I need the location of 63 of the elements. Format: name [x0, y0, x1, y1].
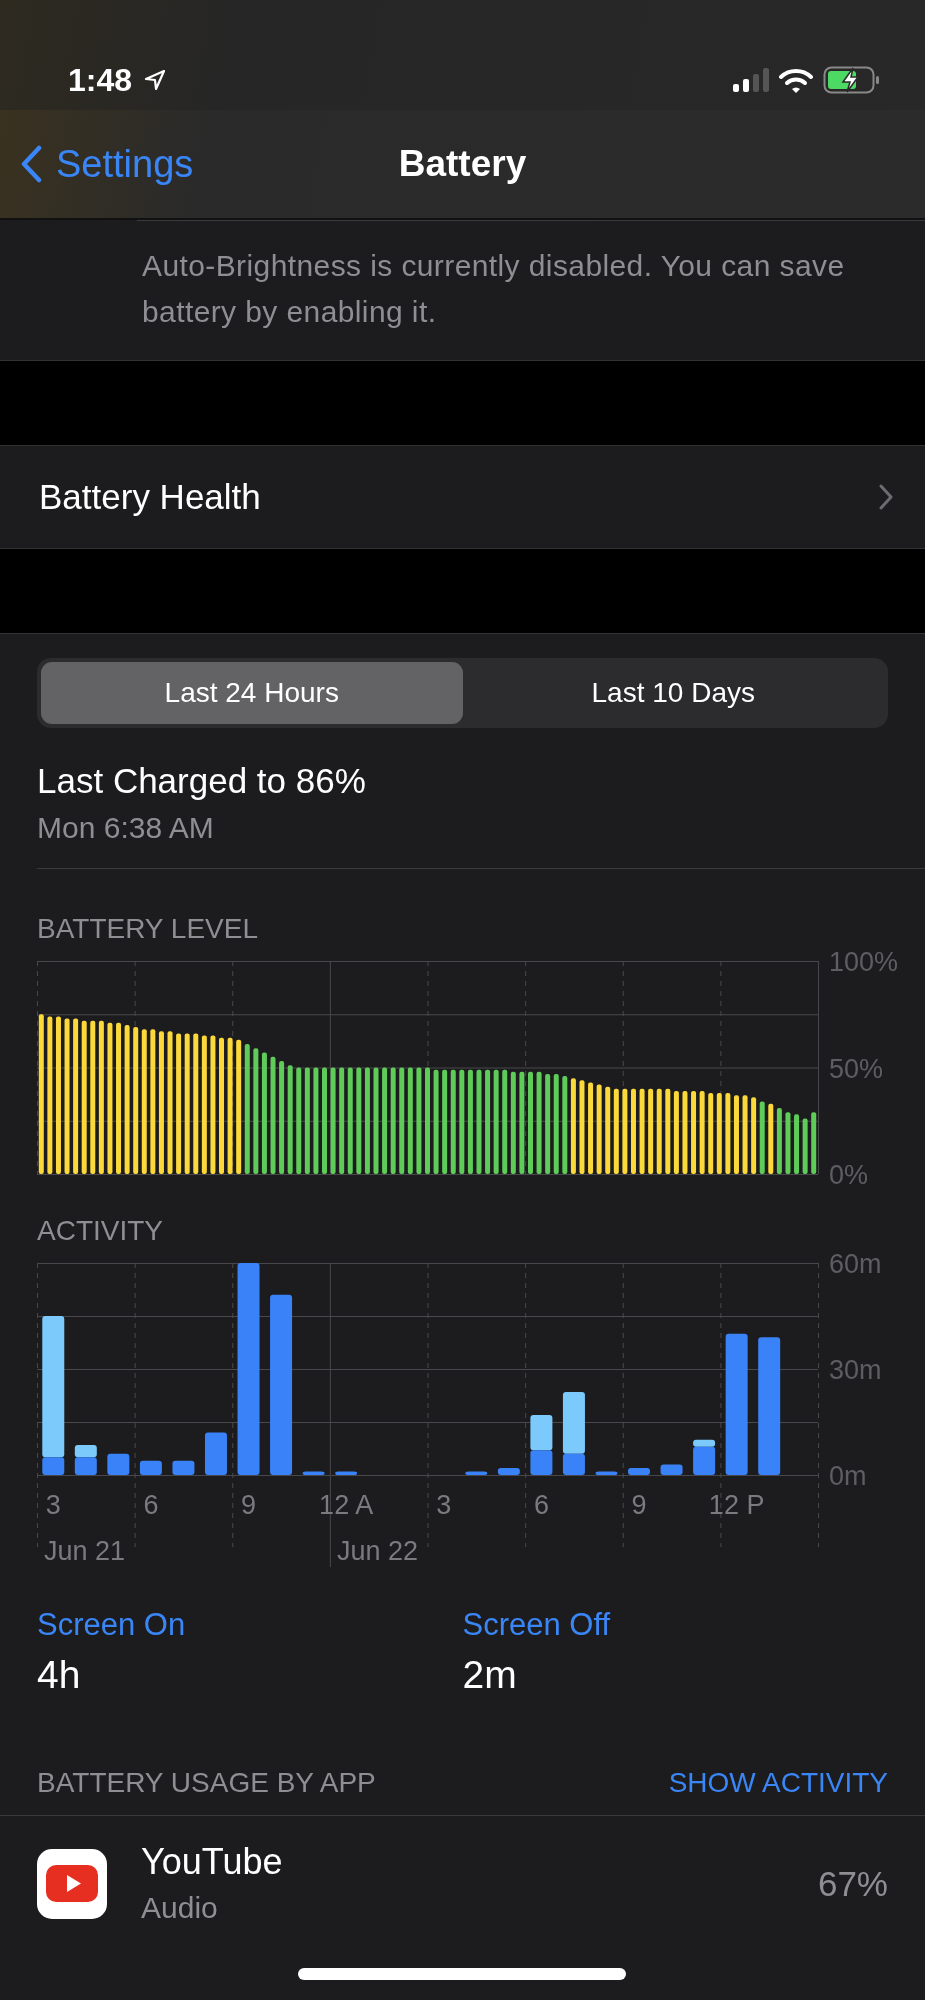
axis-label: 100% [829, 949, 899, 977]
chevron-right-icon [879, 484, 893, 510]
chart-title: BATTERY LEVEL [37, 913, 259, 945]
last-charged-time: Mon 6:38 AM [37, 810, 215, 846]
axis-label: 12 A [319, 1490, 374, 1520]
battery-charging-icon [823, 66, 881, 94]
screen-time-label: Screen On [37, 1606, 187, 1644]
axis-label: 3 [45, 1490, 61, 1520]
chart-title: ACTIVITY [37, 1215, 164, 1247]
activity-bar [74, 1457, 97, 1475]
activity-bar [465, 1471, 488, 1475]
activity-bar [107, 1453, 130, 1475]
section-header: BATTERY USAGE BY APP [37, 1767, 376, 1799]
location-arrow-icon [144, 69, 167, 91]
axis-label: 9 [631, 1490, 647, 1520]
brightness-note: Auto-Brightness is currently disabled. You can save battery by enabling it. [142, 248, 846, 330]
app-name: YouTube [141, 1840, 284, 1884]
battery-bar [785, 1112, 791, 1174]
battery-bar [802, 1118, 808, 1174]
battery-bar [768, 1103, 774, 1174]
app-icon [37, 1849, 107, 1919]
axis-label: 6 [533, 1490, 549, 1520]
axis-label: 12 P [708, 1490, 765, 1520]
axis-label: 30m [829, 1355, 882, 1385]
app-row[interactable]: YouTube Audio 67% [37, 1816, 888, 1952]
range-tab[interactable]: Last 10 Days [462, 662, 884, 724]
wifi-icon [779, 67, 813, 93]
battery-bar [794, 1114, 800, 1174]
last-charged-title: Last Charged to 86% [37, 760, 367, 802]
axis-label: 0% [829, 1160, 869, 1189]
axis-label: 60m [829, 1251, 882, 1279]
signal-icon [733, 68, 769, 92]
status-time: 1:48 [68, 61, 133, 99]
battery-bar [776, 1107, 782, 1174]
range-tab[interactable]: Last 24 Hours [41, 662, 463, 724]
show-activity-link[interactable]: SHOW ACTIVITY [668, 1767, 888, 1799]
axis-label: 0m [829, 1461, 867, 1491]
activity-bar [172, 1460, 195, 1475]
screen-time-value: 4h [37, 1652, 82, 1698]
activity-bar [335, 1471, 358, 1475]
app-detail: Audio [141, 1890, 219, 1926]
activity-bar [628, 1467, 650, 1475]
activity-bar [302, 1471, 325, 1475]
battery-health-label: Battery Health [39, 477, 261, 517]
activity-bar [595, 1471, 618, 1475]
activity-bar [74, 1444, 97, 1458]
date-label: Jun 22 [336, 1536, 418, 1566]
activity-bar [139, 1460, 162, 1475]
activity-bar [205, 1432, 227, 1475]
axis-label: 3 [436, 1490, 452, 1520]
axis-label: 6 [143, 1490, 159, 1520]
date-label: Jun 21 [44, 1536, 126, 1566]
back-chevron-icon [20, 145, 42, 183]
screen-time-label: Screen Off [462, 1606, 612, 1644]
page-title: Battery [398, 143, 527, 185]
activity-bar [660, 1464, 683, 1475]
activity-bar [497, 1467, 520, 1475]
back-button[interactable]: Settings [20, 110, 194, 218]
battery-bar [811, 1112, 817, 1174]
screen-time-value: 2m [462, 1652, 518, 1698]
axis-label: 9 [241, 1490, 257, 1520]
app-percent: 67% [817, 1864, 888, 1904]
axis-label: 50% [829, 1053, 884, 1084]
